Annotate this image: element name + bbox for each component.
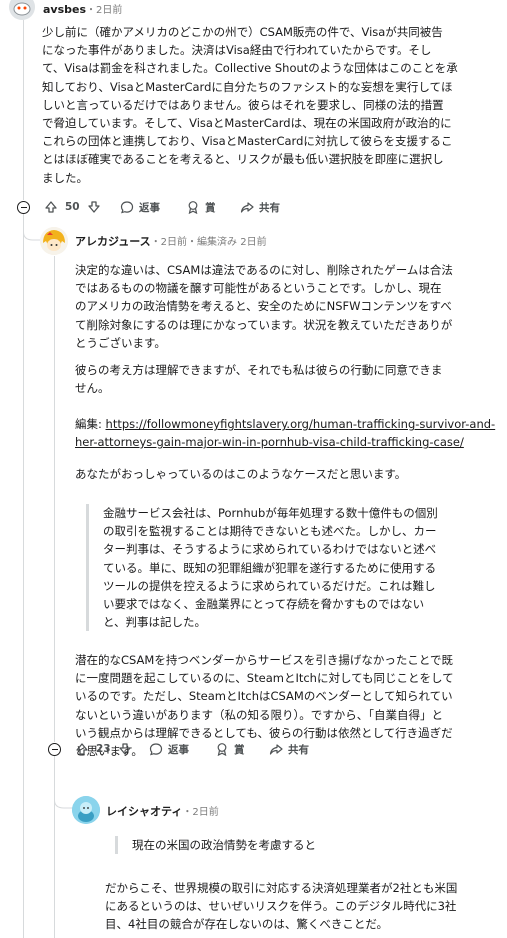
thread-line-2 xyxy=(23,214,24,938)
share-icon xyxy=(240,202,254,213)
upvote-icon[interactable] xyxy=(44,200,58,214)
avatar-character-icon xyxy=(72,796,100,824)
avatar-character-icon xyxy=(40,227,68,255)
comment-icon xyxy=(149,743,163,756)
comment-paragraph: 彼らの考え方は理解できますが、それでも私は彼らの行動に同意できま せん。 xyxy=(75,363,443,396)
comment-author[interactable]: アレカジュース・2日前・編集済み 2日前 xyxy=(75,233,267,249)
vote-count: 23 xyxy=(96,743,111,755)
timestamp: ・2日前 xyxy=(86,5,123,16)
share-label: 共有 xyxy=(288,743,309,756)
thread-connector-2 xyxy=(54,756,72,809)
collapse-button[interactable] xyxy=(17,201,30,214)
reply-label: 返事 xyxy=(139,201,160,214)
share-button[interactable]: 共有 xyxy=(240,197,280,217)
username[interactable]: レイシャオティ xyxy=(106,805,182,818)
award-label: 賞 xyxy=(234,743,245,756)
award-button[interactable]: 賞 xyxy=(186,197,216,217)
username[interactable]: アレカジュース xyxy=(75,235,151,248)
blockquote: 現在の米国の政治情勢を考慮すると xyxy=(115,836,472,855)
share-label: 共有 xyxy=(259,201,280,214)
timestamp: ・2日前・編集済み 2日前 xyxy=(150,237,267,248)
edit-link[interactable]: https://followmoneyfightslavery.org/huma… xyxy=(75,417,495,449)
award-button[interactable]: 賞 xyxy=(215,739,245,759)
vote-group: 50 xyxy=(44,197,101,217)
award-label: 賞 xyxy=(205,201,216,214)
award-icon xyxy=(217,743,227,756)
comment-icon xyxy=(120,201,134,214)
timestamp: ・2日前 xyxy=(182,807,219,818)
comment-author[interactable]: レイシャオティ・2日前 xyxy=(106,803,219,819)
avatar[interactable] xyxy=(9,0,35,20)
comment-body: 少し前に（確かアメリカのどこかの州で）CSAM販売の件で、Visaが共同被告 に… xyxy=(42,25,458,185)
vote-count: 50 xyxy=(65,201,80,213)
comment-actions: 50 返事 賞 共有 xyxy=(44,197,344,217)
avatar[interactable] xyxy=(72,796,100,824)
comment-paragraph: あなたがおっしゃっているのはこのようなケースだと思います。 xyxy=(75,467,407,481)
comment-body: だからこそ、世界規模の取引に対応する決済処理業者が2社とも米国 にあるというのは… xyxy=(105,881,458,932)
avatar[interactable] xyxy=(40,227,68,255)
upvote-icon[interactable] xyxy=(75,742,89,756)
collapse-button[interactable] xyxy=(48,743,61,756)
comment-paragraph: 決定的な違いは、CSAMは違法であるのに対し、削除されたゲームは合法 ではあるも… xyxy=(75,263,453,350)
reply-button[interactable]: 返事 xyxy=(149,739,189,759)
reply-button[interactable]: 返事 xyxy=(120,197,160,217)
downvote-icon[interactable] xyxy=(87,200,101,214)
comment-author[interactable]: avsbes・2日前 xyxy=(43,1,122,16)
vote-group: 23 xyxy=(75,739,132,759)
comment-actions: 23 返事 賞 共有 xyxy=(75,739,375,759)
blockquote: 金融サービス会社は、Pornhubが毎年処理する数十億件もの個別 の取引を監視す… xyxy=(86,504,483,632)
share-button[interactable]: 共有 xyxy=(269,739,309,759)
award-icon xyxy=(188,201,198,214)
username[interactable]: avsbes xyxy=(43,3,86,16)
downvote-icon[interactable] xyxy=(118,742,132,756)
edit-note: 編集: https://followmoneyfightslavery.org/… xyxy=(75,415,505,451)
edit-label: 編集: xyxy=(75,417,106,431)
thread-line-3 xyxy=(54,256,55,742)
reply-label: 返事 xyxy=(168,743,189,756)
thread-line-1 xyxy=(23,20,24,200)
share-icon xyxy=(269,744,283,755)
reddit-snoo-icon xyxy=(9,0,35,20)
thread-connector-1 xyxy=(23,214,41,241)
